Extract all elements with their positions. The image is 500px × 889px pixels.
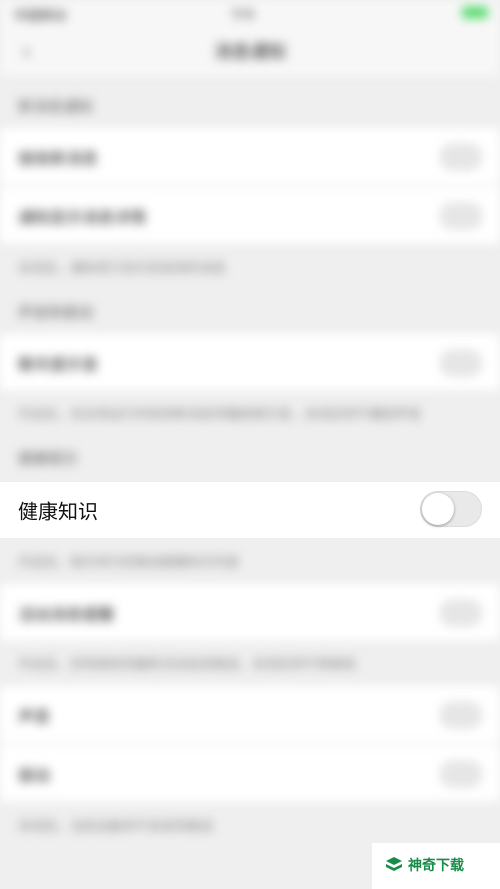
blurred-background: 中国移动 下午 ‹ 消息通知 新消息通知 接收新消息 通知显示消息详情 关闭后，… <box>0 0 500 889</box>
health-knowledge-label: 健康知识 <box>18 499 98 524</box>
row-chat-sound[interactable]: 聊天提示音 <box>0 334 500 392</box>
status-time: 下午 <box>230 9 257 24</box>
row-receive-messages[interactable]: 接收新消息 <box>0 128 500 186</box>
toggle-knob <box>422 493 454 525</box>
watermark-text: 神奇下载 <box>408 858 464 874</box>
page-title: 消息通知 <box>214 42 286 63</box>
toggle-receive-messages[interactable] <box>440 143 482 170</box>
section-header-new-message: 新消息通知 <box>18 97 94 116</box>
note-health: 开启后，每天将为您推送健康知识内容 <box>18 555 240 571</box>
row-activity-reminder[interactable]: 活动消息提醒 <box>0 584 500 642</box>
watermark: 神奇下载 <box>372 843 500 889</box>
toggle-sound[interactable] <box>440 701 482 728</box>
note-chat-sound: 开启后，在应用运行时收到新消息将播放提示音，关闭后将不播放声音 <box>18 407 422 423</box>
toggle-vibration[interactable] <box>440 760 482 787</box>
status-bar: 中国移动 下午 <box>0 0 500 26</box>
leaf-logo-icon <box>386 857 402 871</box>
toggle-activity-reminder[interactable] <box>440 599 482 626</box>
battery-icon <box>462 7 488 18</box>
row-message-details[interactable]: 通知显示消息详情 <box>0 187 500 245</box>
note-message-details: 关闭后，通知将只显示您收到的消息 <box>18 261 227 277</box>
note-activity: 开启后，您将接收到最新活动信息推送，关闭后将不再接收 <box>18 657 357 673</box>
section-header-health: 健康提示 <box>18 449 79 468</box>
health-knowledge-row[interactable]: 健康知识 <box>0 482 500 538</box>
nav-bar: ‹ 消息通知 <box>0 26 500 76</box>
toggle-chat-sound[interactable] <box>440 349 482 376</box>
footer-note: 关闭后，当前设备将不会收到推送 <box>18 819 214 835</box>
row-vibration[interactable]: 振动 <box>0 745 500 803</box>
row-sound[interactable]: 声音 <box>0 686 500 744</box>
toggle-message-details[interactable] <box>440 202 482 229</box>
section-header-sound: 声音和振动 <box>18 303 94 322</box>
carrier-label: 中国移动 <box>14 9 67 24</box>
health-knowledge-toggle[interactable] <box>420 491 482 527</box>
